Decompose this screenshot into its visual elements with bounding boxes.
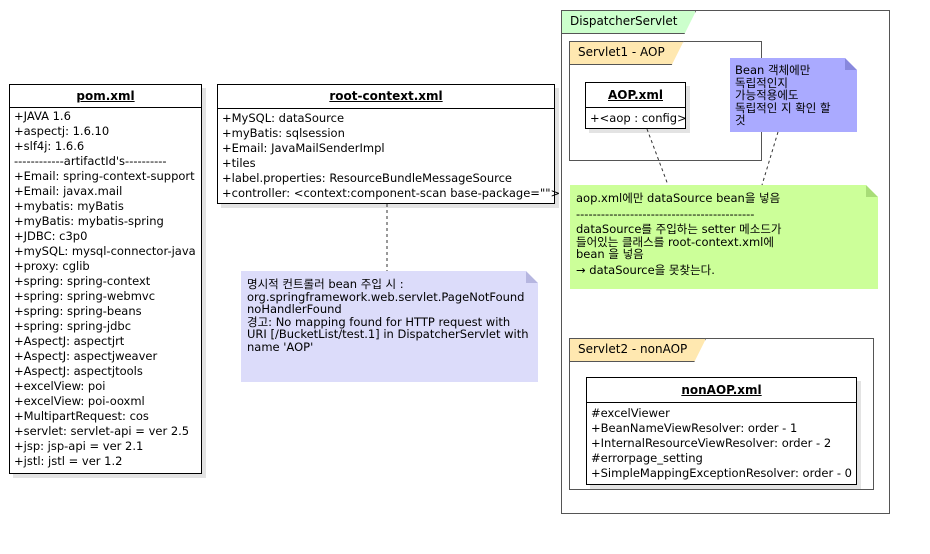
pom-item: +JDBC: c3p0: [14, 229, 88, 243]
datasource-note[interactable]: aop.xml에만 dataSource bean을 넣음 ----------…: [570, 185, 878, 289]
pom-item: +AspectJ: aspectjweaver: [14, 349, 158, 363]
servlet2-tab: Servlet2 - nonAOP: [569, 338, 706, 362]
note-line: 명시적 컨트롤러 bean 주입 시 :: [247, 277, 404, 291]
root-context-item: +controller: <context:component-scan bas…: [222, 186, 561, 200]
aop-item: +<aop : config>: [590, 111, 687, 125]
nonaop-item: #excelViewer: [591, 406, 670, 420]
nonaop-xml-class[interactable]: nonAOP.xml #excelViewer +BeanNameViewRes…: [586, 377, 857, 485]
aop-xml-class[interactable]: AOP.xml +<aop : config>: [585, 82, 687, 129]
aop-xml-items: +<aop : config>: [586, 108, 687, 129]
pom-item: +spring: spring-beans: [14, 304, 142, 318]
nonaop-item: +BeanNameViewResolver: order - 1: [591, 421, 798, 435]
note-divider: ----------------------------------------…: [576, 206, 755, 221]
pom-item: +spring: spring-context: [14, 274, 151, 288]
note-line: 독립적인 지 확인 할: [735, 100, 831, 115]
pom-item: +myBatis: mybatis-spring: [14, 214, 164, 228]
pom-item: +MultipartRequest: cos: [14, 409, 149, 423]
dispatcher-servlet-tab: DispatcherServlet: [561, 10, 696, 34]
note-line: → dataSource을 못찾는다.: [576, 262, 715, 277]
pom-item: +mySQL: mysql-connector-java: [14, 244, 196, 258]
pom-item: +spring: spring-webmvc: [14, 289, 156, 303]
note-line: 것: [735, 113, 746, 127]
aop-xml-title: AOP.xml: [586, 83, 685, 108]
pom-item: +proxy: cglib: [14, 259, 90, 273]
nonaop-xml-items: #excelViewer +BeanNameViewResolver: orde…: [587, 403, 856, 482]
root-context-item: +myBatis: sqlsession: [222, 126, 345, 140]
pom-item: +slf4j: 1.6.6: [14, 139, 85, 153]
nonaop-item: +SimpleMappingExceptionResolver: order -…: [591, 466, 853, 480]
nonaop-xml-title: nonAOP.xml: [587, 378, 856, 403]
root-context-item: +label.properties: ResourceBundleMessage…: [222, 171, 512, 185]
bean-independence-note[interactable]: Bean 객체에만 독립적인지 가능적용에도 독립적인 지 확인 할 것: [730, 58, 857, 132]
note-line: name 'AOP': [247, 339, 314, 354]
note-fold-icon: [526, 271, 538, 283]
pom-item: +mybatis: myBatis: [14, 199, 124, 213]
pom-xml-class[interactable]: pom.xml +JAVA 1.6 +aspectj: 1.6.10 +slf4…: [9, 84, 202, 474]
pom-item: +excelView: poi: [14, 379, 106, 393]
controller-injection-note[interactable]: 명시적 컨트롤러 bean 주입 시 : org.springframework…: [241, 271, 538, 382]
servlet1-tab: Servlet1 - AOP: [569, 41, 684, 65]
pom-item: +spring: spring-jdbc: [14, 319, 132, 333]
note-line: noHandlerFound: [247, 302, 342, 316]
pom-item: +AspectJ: aspectjrt: [14, 334, 125, 348]
root-context-title: root-context.xml: [218, 85, 554, 109]
note-line: dataSource를 주입하는 setter 메소드가: [576, 222, 782, 236]
pom-xml-title: pom.xml: [10, 85, 201, 108]
root-context-item: +MySQL: dataSource: [222, 111, 345, 125]
note-line: 가능적용에도: [735, 88, 799, 102]
pom-item: +JAVA 1.6: [14, 109, 71, 123]
pom-item: +Email: javax.mail: [14, 184, 123, 198]
note-line: Bean 객체에만: [735, 63, 811, 77]
nonaop-item: #errorpage_setting: [591, 451, 703, 465]
pom-item: +Email: spring-context-support: [14, 169, 195, 183]
note-line: bean 을 넣음: [576, 247, 644, 261]
pom-xml-items: +JAVA 1.6 +aspectj: 1.6.10 +slf4j: 1.6.6…: [10, 108, 201, 470]
note-line: aop.xml에만 dataSource bean을 넣음: [576, 191, 781, 205]
pom-item: +jsp: jsp-api = ver 2.1: [14, 439, 144, 453]
pom-item: +servlet: servlet-api = ver 2.5: [14, 424, 190, 438]
pom-item: +excelView: poi-ooxml: [14, 394, 145, 408]
root-context-item: +tiles: [222, 156, 256, 170]
root-context-item: +Email: JavaMailSenderImpl: [222, 141, 385, 155]
pom-item: +jstl: jstl = ver 1.2: [14, 454, 123, 468]
pom-item: ------------artifactId's----------: [14, 154, 167, 168]
pom-item: +AspectJ: aspectjtools: [14, 364, 143, 378]
root-context-xml-class[interactable]: root-context.xml +MySQL: dataSource +myB…: [217, 84, 561, 204]
nonaop-item: +InternalResourceViewResolver: order - 2: [591, 436, 832, 450]
root-context-items: +MySQL: dataSource +myBatis: sqlsession …: [218, 109, 561, 202]
note-line: URI [/BucketList/test.1] in DispatcherSe…: [247, 327, 529, 341]
pom-item: +aspectj: 1.6.10: [14, 124, 110, 138]
